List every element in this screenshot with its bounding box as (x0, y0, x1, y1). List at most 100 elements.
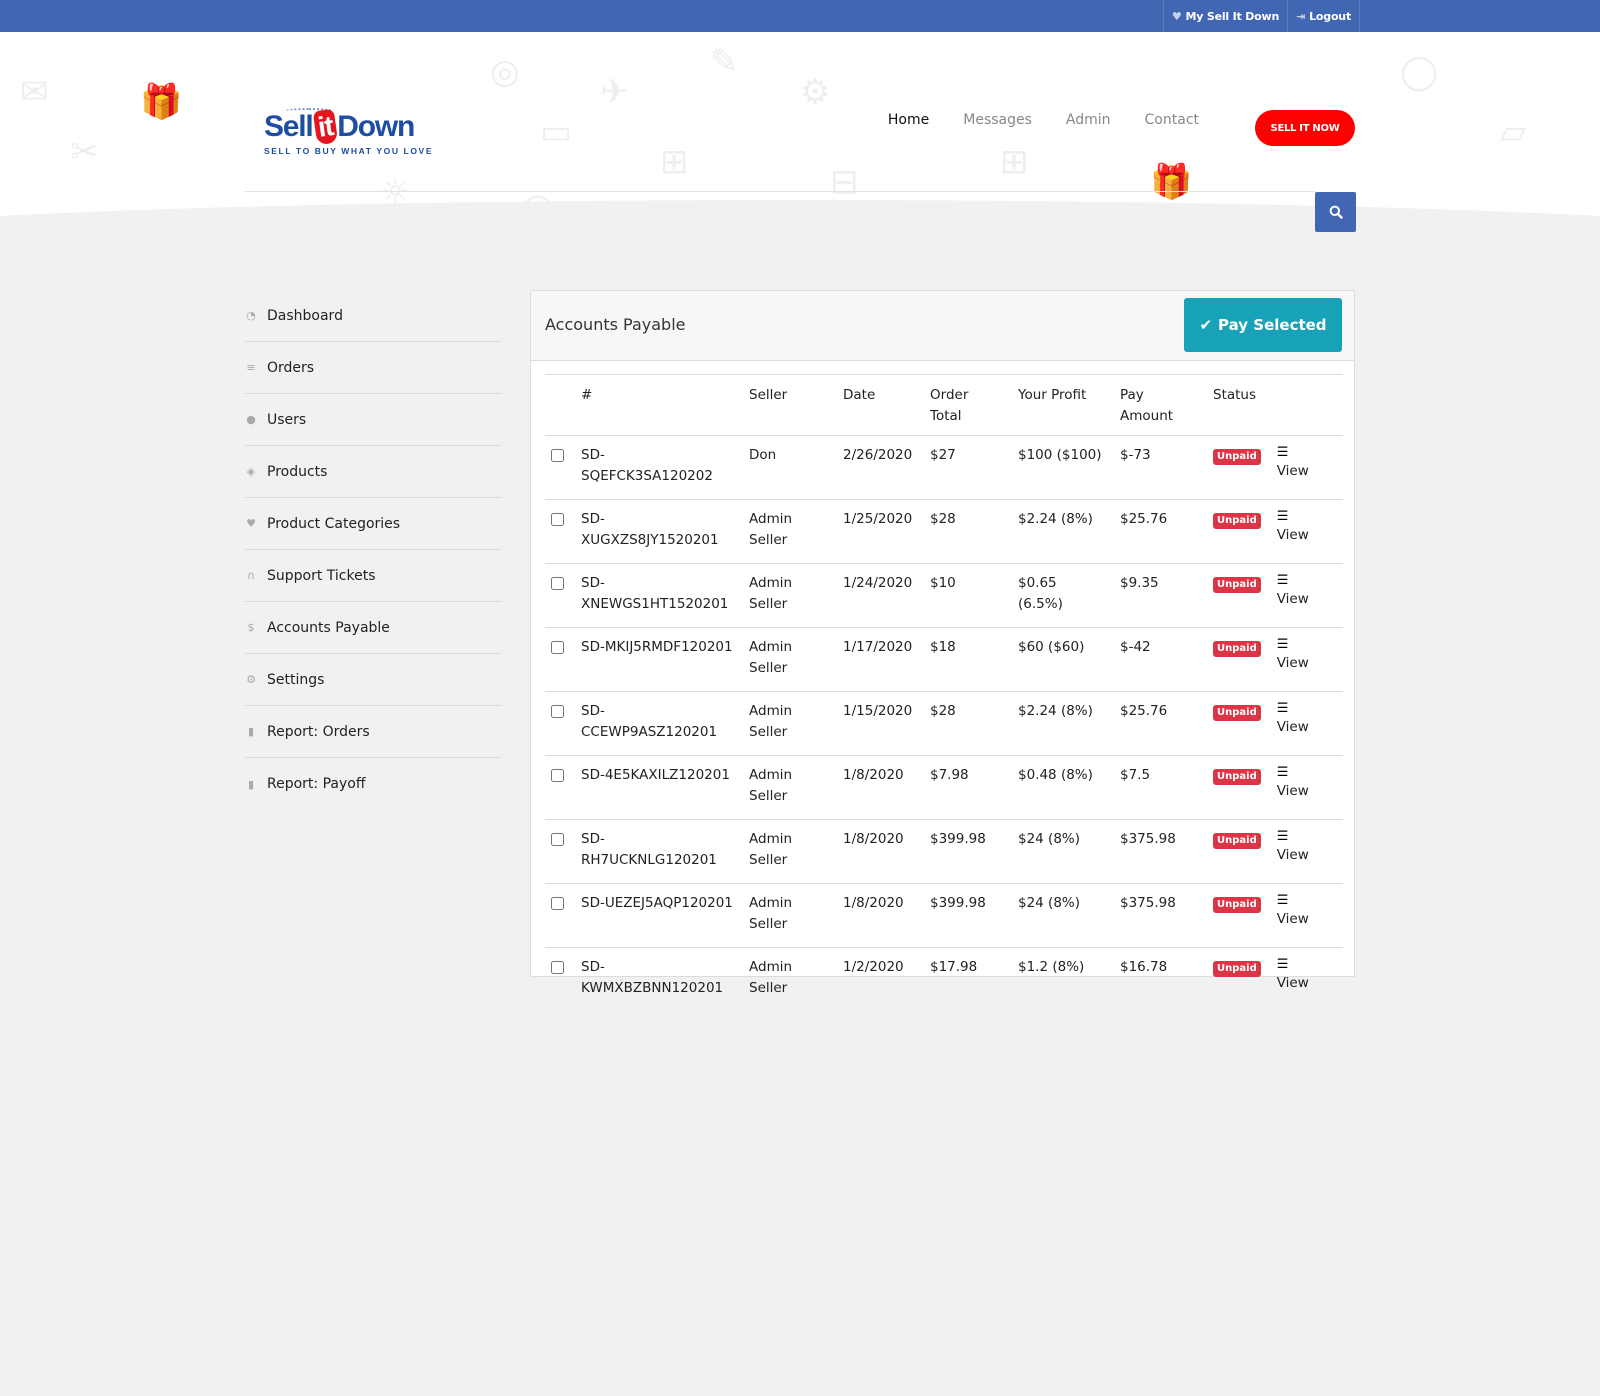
list-icon: ☰ (1276, 509, 1289, 524)
row-checkbox[interactable] (551, 833, 564, 846)
status-cell: Unpaid (1205, 883, 1269, 948)
view-link[interactable]: ☰ View (1277, 573, 1335, 610)
status-cell: Unpaid (1205, 499, 1269, 564)
logo[interactable]: Sell it Down SELL TO BUY WHAT YOU LOVE (264, 74, 444, 156)
my-sell-it-down-label: My Sell It Down (1185, 9, 1280, 23)
panel-header: Accounts Payable ✔ Pay Selected (531, 291, 1354, 361)
sidebar-item-label: Products (267, 463, 328, 480)
status-badge: Unpaid (1213, 641, 1261, 657)
col-seller: Seller (741, 374, 835, 436)
pay-selected-button[interactable]: ✔ Pay Selected (1184, 298, 1342, 352)
row-checkbox[interactable] (551, 577, 564, 590)
row-checkbox[interactable] (551, 961, 564, 974)
row-checkbox[interactable] (551, 705, 564, 718)
action-cell: ☰ View (1268, 627, 1343, 692)
nav-messages[interactable]: Messages (963, 112, 1032, 128)
row-checkbox[interactable] (551, 769, 564, 782)
seller: Don (741, 435, 835, 500)
action-cell: ☰ View (1268, 563, 1343, 628)
view-label: View (1276, 847, 1309, 863)
date: 1/8/2020 (835, 819, 922, 884)
list-icon: ≡ (246, 361, 256, 374)
pattern-icon: 🎁 (140, 82, 183, 122)
col-order-total: Order Total (922, 374, 1010, 436)
logo-part-it: it (312, 108, 338, 146)
sidebar-item-label: Settings (267, 671, 325, 688)
status-cell: Unpaid (1205, 755, 1269, 820)
nav-contact[interactable]: Contact (1145, 112, 1199, 128)
sidebar-item-label: Orders (267, 359, 315, 376)
status-cell: Unpaid (1205, 435, 1269, 500)
seller: Admin Seller (741, 563, 835, 628)
pattern-icon: ⊞ (1000, 142, 1029, 182)
pay-amount: $9.35 (1112, 563, 1205, 628)
select-cell (545, 691, 573, 756)
col-action (1268, 374, 1343, 436)
row-checkbox[interactable] (551, 449, 564, 462)
view-link[interactable]: ☰ View (1277, 893, 1335, 930)
col-status: Status (1205, 374, 1269, 436)
pay-selected-label: Pay Selected (1218, 316, 1327, 334)
sidebar-item-settings[interactable]: ⚙ Settings (245, 654, 501, 706)
my-sell-it-down-link[interactable]: ♥ My Sell It Down (1164, 0, 1289, 32)
list-icon: ☰ (1276, 445, 1289, 460)
view-link[interactable]: ☰ View (1277, 829, 1335, 866)
search-input[interactable] (245, 192, 1315, 232)
sidebar-item-product-categories[interactable]: ♥ Product Categories (245, 498, 501, 550)
sidebar-item-report-orders[interactable]: ▮ Report: Orders (245, 706, 501, 758)
view-link[interactable]: ☰ View (1277, 957, 1335, 994)
heart-icon: ♥ (246, 517, 256, 530)
seller: Admin Seller (741, 883, 835, 948)
seller: Admin Seller (749, 959, 793, 996)
order-id: SD-4E5KAXILZ120201 (573, 755, 741, 820)
headset-icon: ∩ (246, 569, 256, 582)
order-total: $10 (922, 563, 1010, 628)
order-total: $18 (922, 627, 1010, 692)
view-link[interactable]: ☰ View (1277, 445, 1335, 482)
status-badge: Unpaid (1213, 897, 1261, 913)
payables-table: # Seller Date Order Total Your Profit Pa… (545, 374, 1343, 1011)
check-icon: ✔ (1199, 316, 1213, 334)
nav-home[interactable]: Home (888, 112, 929, 128)
action-cell: ☰ View (1268, 755, 1343, 820)
search-button[interactable] (1315, 192, 1356, 232)
logo-tagline: SELL TO BUY WHAT YOU LOVE (264, 146, 434, 156)
your-profit: $2.24 (8%) (1010, 691, 1112, 756)
file-icon: ▮ (247, 725, 255, 738)
view-label: View (1276, 527, 1309, 543)
sidebar-item-label: Dashboard (267, 307, 343, 324)
logo-wordmark: Sell it Down (264, 108, 415, 146)
seller: Admin Seller (741, 755, 835, 820)
row-checkbox[interactable] (551, 897, 564, 910)
pay-amount: $16.78 (1120, 959, 1168, 975)
sidebar-item-users[interactable]: ● Users (245, 394, 501, 446)
nav-admin[interactable]: Admin (1066, 112, 1111, 128)
view-link[interactable]: ☰ View (1277, 765, 1335, 802)
sidebar-item-accounts-payable[interactable]: $ Accounts Payable (245, 602, 501, 654)
sell-it-now-button[interactable]: SELL IT NOW (1255, 110, 1355, 146)
list-icon: ☰ (1276, 829, 1289, 844)
sidebar-item-orders[interactable]: ≡ Orders (245, 342, 501, 394)
view-link[interactable]: ☰ View (1277, 637, 1335, 674)
table-row: SD-RH7UCKNLG120201 Admin Seller 1/8/2020… (545, 819, 1343, 884)
pay-amount: $7.5 (1112, 755, 1205, 820)
status-badge: Unpaid (1213, 833, 1261, 849)
view-label: View (1276, 719, 1309, 735)
sidebar-item-products[interactable]: ◈ Products (245, 446, 501, 498)
view-link[interactable]: ☰ View (1277, 701, 1335, 738)
sidebar-item-label: Users (267, 411, 307, 428)
row-checkbox[interactable] (551, 641, 564, 654)
view-label: View (1276, 783, 1309, 799)
logout-link[interactable]: ⇥ Logout (1288, 0, 1360, 32)
view-link[interactable]: ☰ View (1277, 509, 1335, 546)
row-checkbox[interactable] (551, 513, 564, 526)
sidebar-item-dashboard[interactable]: ◔ Dashboard (245, 290, 501, 342)
sidebar-item-support-tickets[interactable]: ∩ Support Tickets (245, 550, 501, 602)
sidebar-item-report-payoff[interactable]: ▮ Report: Payoff (245, 758, 501, 810)
status-cell: Unpaid (1205, 819, 1269, 884)
pay-amount: $375.98 (1112, 883, 1205, 948)
order-total: $28 (922, 499, 1010, 564)
table-row: SD-KWMXBZBNN120201 Admin Seller 1/2/2020… (545, 948, 1343, 1012)
order-total: $7.98 (922, 755, 1010, 820)
cogs-icon: ⚙ (246, 673, 256, 686)
